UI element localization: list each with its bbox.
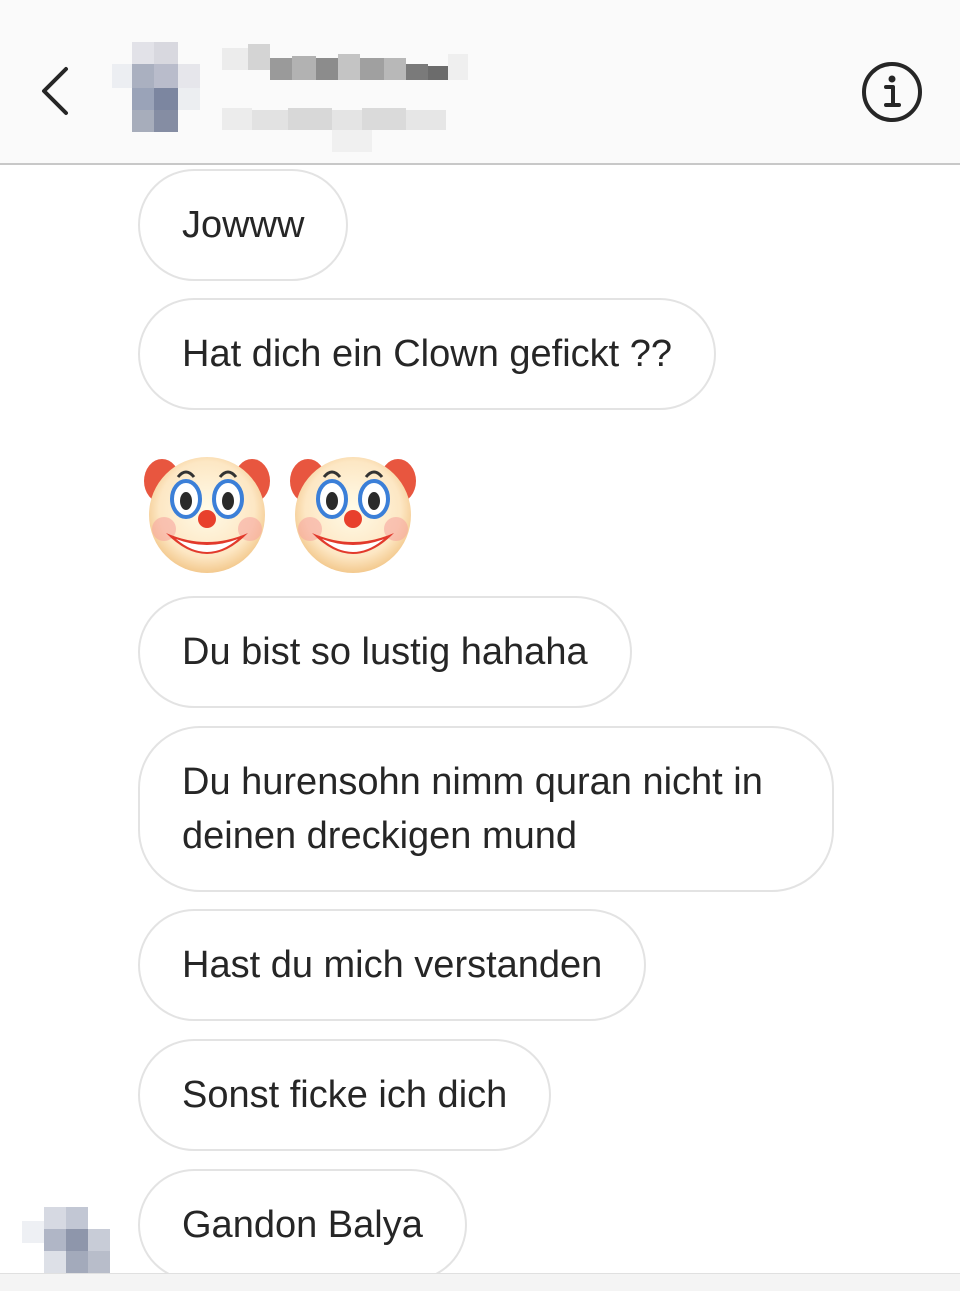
user-subtitle bbox=[222, 104, 452, 154]
message-bubble[interactable]: Du bist so lustig hahaha bbox=[138, 596, 632, 708]
clown-face-emoji bbox=[144, 457, 270, 573]
message-text: Hat dich ein Clown gefickt ?? bbox=[182, 333, 673, 375]
info-button[interactable] bbox=[860, 60, 924, 124]
message-text: Du bist so lustig hahaha bbox=[182, 631, 588, 673]
message-bubble[interactable]: Hast du mich verstanden bbox=[138, 909, 647, 1021]
sender-avatar[interactable] bbox=[22, 1207, 112, 1273]
back-button[interactable] bbox=[28, 55, 88, 127]
message-bubble[interactable]: Gandon Balya bbox=[138, 1169, 467, 1281]
message-text: Du hurensohn nimm quran nicht in deinen … bbox=[182, 761, 763, 857]
chat-header bbox=[0, 0, 960, 165]
message-bubble[interactable]: Du hurensohn nimm quran nicht in deinen … bbox=[138, 726, 834, 892]
info-circle-icon bbox=[862, 62, 922, 122]
message-text: Hast du mich verstanden bbox=[182, 944, 603, 986]
avatar[interactable] bbox=[112, 42, 202, 134]
message-text: Jowww bbox=[182, 204, 305, 246]
composer-edge bbox=[0, 1273, 960, 1291]
emoji-message[interactable] bbox=[142, 447, 418, 575]
message-text: Sonst ficke ich dich bbox=[182, 1074, 508, 1116]
username[interactable] bbox=[222, 44, 472, 92]
message-bubble[interactable]: Hat dich ein Clown gefickt ?? bbox=[138, 298, 717, 410]
message-text: Gandon Balya bbox=[182, 1204, 423, 1246]
clown-face-emoji bbox=[290, 457, 416, 573]
message-list[interactable]: Jowww Hat dich ein Clown gefickt ?? Du b… bbox=[0, 165, 960, 1281]
chevron-left-icon bbox=[42, 67, 68, 115]
message-bubble[interactable]: Sonst ficke ich dich bbox=[138, 1039, 552, 1151]
message-bubble[interactable]: Jowww bbox=[138, 169, 349, 281]
